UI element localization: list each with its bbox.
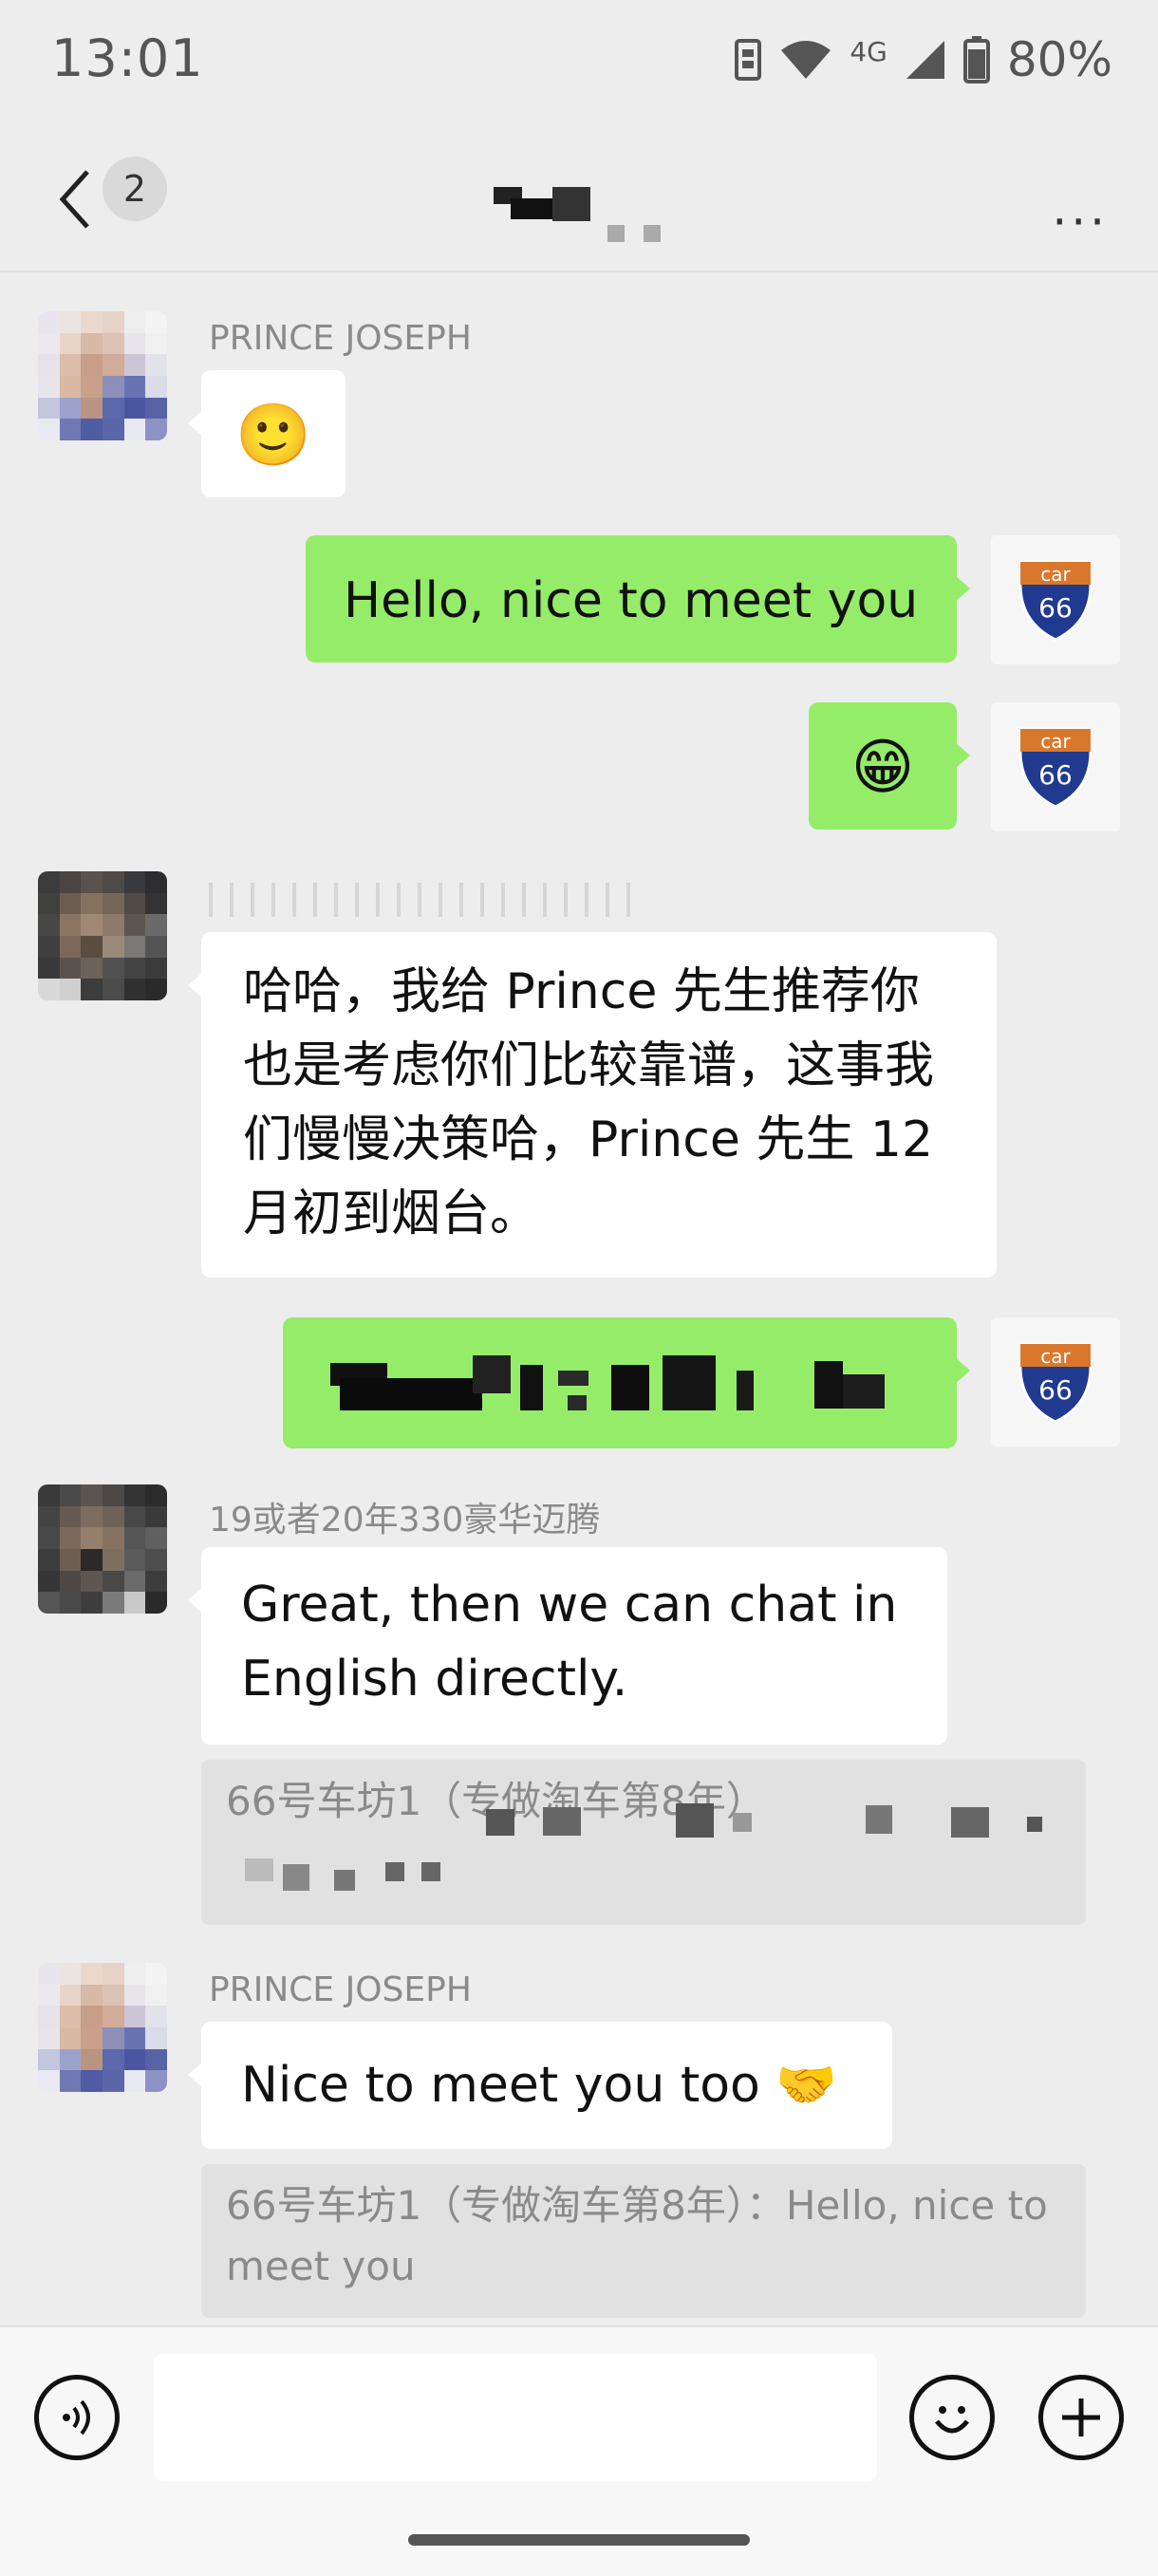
svg-text:car: car: [1040, 1345, 1071, 1368]
chat-header: 2 ···: [0, 119, 1158, 272]
avatar-prince-joseph[interactable]: [38, 311, 167, 440]
battery-icon: [962, 36, 990, 84]
status-bar: 13:01 4G 80%: [0, 0, 1158, 119]
chat-title-redacted: [494, 187, 664, 244]
message-bubble-incoming[interactable]: 🙂: [188, 370, 346, 497]
avatar-contact-2[interactable]: [38, 1484, 167, 1614]
status-time: 13:01: [51, 28, 204, 88]
message-input[interactable]: [154, 2354, 877, 2481]
car66-logo-icon: car 66: [1018, 560, 1093, 642]
avatar-car66[interactable]: car 66: [991, 702, 1120, 831]
message-text: Hello, nice to meet you: [344, 572, 919, 629]
back-icon[interactable]: [49, 166, 106, 233]
more-options-button[interactable]: ···: [1052, 195, 1109, 250]
message-bubble-incoming[interactable]: Nice to meet you too 🤝: [188, 2022, 892, 2149]
sender-name: PRINCE JOSEPH: [209, 1970, 472, 2009]
smile-emoji: 🙂: [235, 401, 311, 471]
message-bubble-outgoing[interactable]: Hello, nice to meet you: [306, 535, 970, 663]
car66-logo-icon: car 66: [1018, 1342, 1093, 1424]
svg-text:66: 66: [1038, 1374, 1073, 1406]
avatar-prince-joseph[interactable]: [38, 1963, 167, 2092]
message-text: 哈哈，我给 Prince 先生推荐你也是考虑你们比较靠谱，这事我们慢慢决策哈，P…: [243, 963, 935, 1242]
svg-text:66: 66: [1038, 759, 1073, 791]
quote-text: 66号车坊1（专做淘车第8年）：Hello, nice to meet you: [226, 2182, 1048, 2289]
emoji-icon: [935, 2406, 969, 2434]
message-bubble-incoming[interactable]: Great, then we can chat in English direc…: [188, 1547, 947, 1745]
message-bubble-outgoing[interactable]: 😁: [809, 702, 970, 830]
wifi-icon: [781, 41, 831, 79]
plus-icon: [1062, 2399, 1100, 2436]
status-icons: 4G 80%: [734, 32, 1112, 87]
sender-name-redacted: [209, 883, 636, 917]
sender-name: PRINCE JOSEPH: [209, 319, 472, 358]
message-bubble-incoming[interactable]: 哈哈，我给 Prince 先生推荐你也是考虑你们比较靠谱，这事我们慢慢决策哈，P…: [188, 932, 997, 1278]
grin-emoji: 😁: [850, 733, 915, 803]
voice-button[interactable]: [34, 2375, 120, 2460]
avatar-car66[interactable]: car 66: [991, 535, 1120, 664]
signal-icon: [906, 41, 944, 79]
quoted-reply[interactable]: 66号车坊1（专做淘车第8年）：Hello, nice to meet you: [201, 2164, 1086, 2318]
message-bubble-outgoing-redacted[interactable]: [283, 1317, 970, 1448]
input-bar: [0, 2325, 1158, 2576]
network-label: 4G: [850, 35, 887, 67]
svg-text:car: car: [1040, 730, 1071, 753]
car66-logo-icon: car 66: [1018, 727, 1093, 809]
message-text: Nice to meet you too 🤝: [241, 2057, 838, 2114]
unread-count-badge[interactable]: 2: [103, 157, 167, 221]
add-button[interactable]: [1038, 2375, 1124, 2460]
sender-name: 19或者20年330豪华迈腾: [209, 1501, 601, 1540]
avatar-car66[interactable]: car 66: [991, 1317, 1120, 1447]
home-indicator[interactable]: [408, 2534, 750, 2546]
sim-icon: [735, 39, 762, 81]
emoji-button[interactable]: [909, 2375, 995, 2460]
quoted-reply[interactable]: 66号车坊1（专做淘车第8年）: [201, 1760, 1086, 1925]
message-text: Great, then we can chat in English direc…: [241, 1577, 898, 1708]
avatar-contact[interactable]: [38, 871, 167, 1000]
svg-text:car: car: [1040, 563, 1071, 586]
svg-text:66: 66: [1038, 592, 1073, 624]
voice-icon: [63, 2399, 90, 2436]
battery-percent: 80%: [1006, 32, 1112, 87]
